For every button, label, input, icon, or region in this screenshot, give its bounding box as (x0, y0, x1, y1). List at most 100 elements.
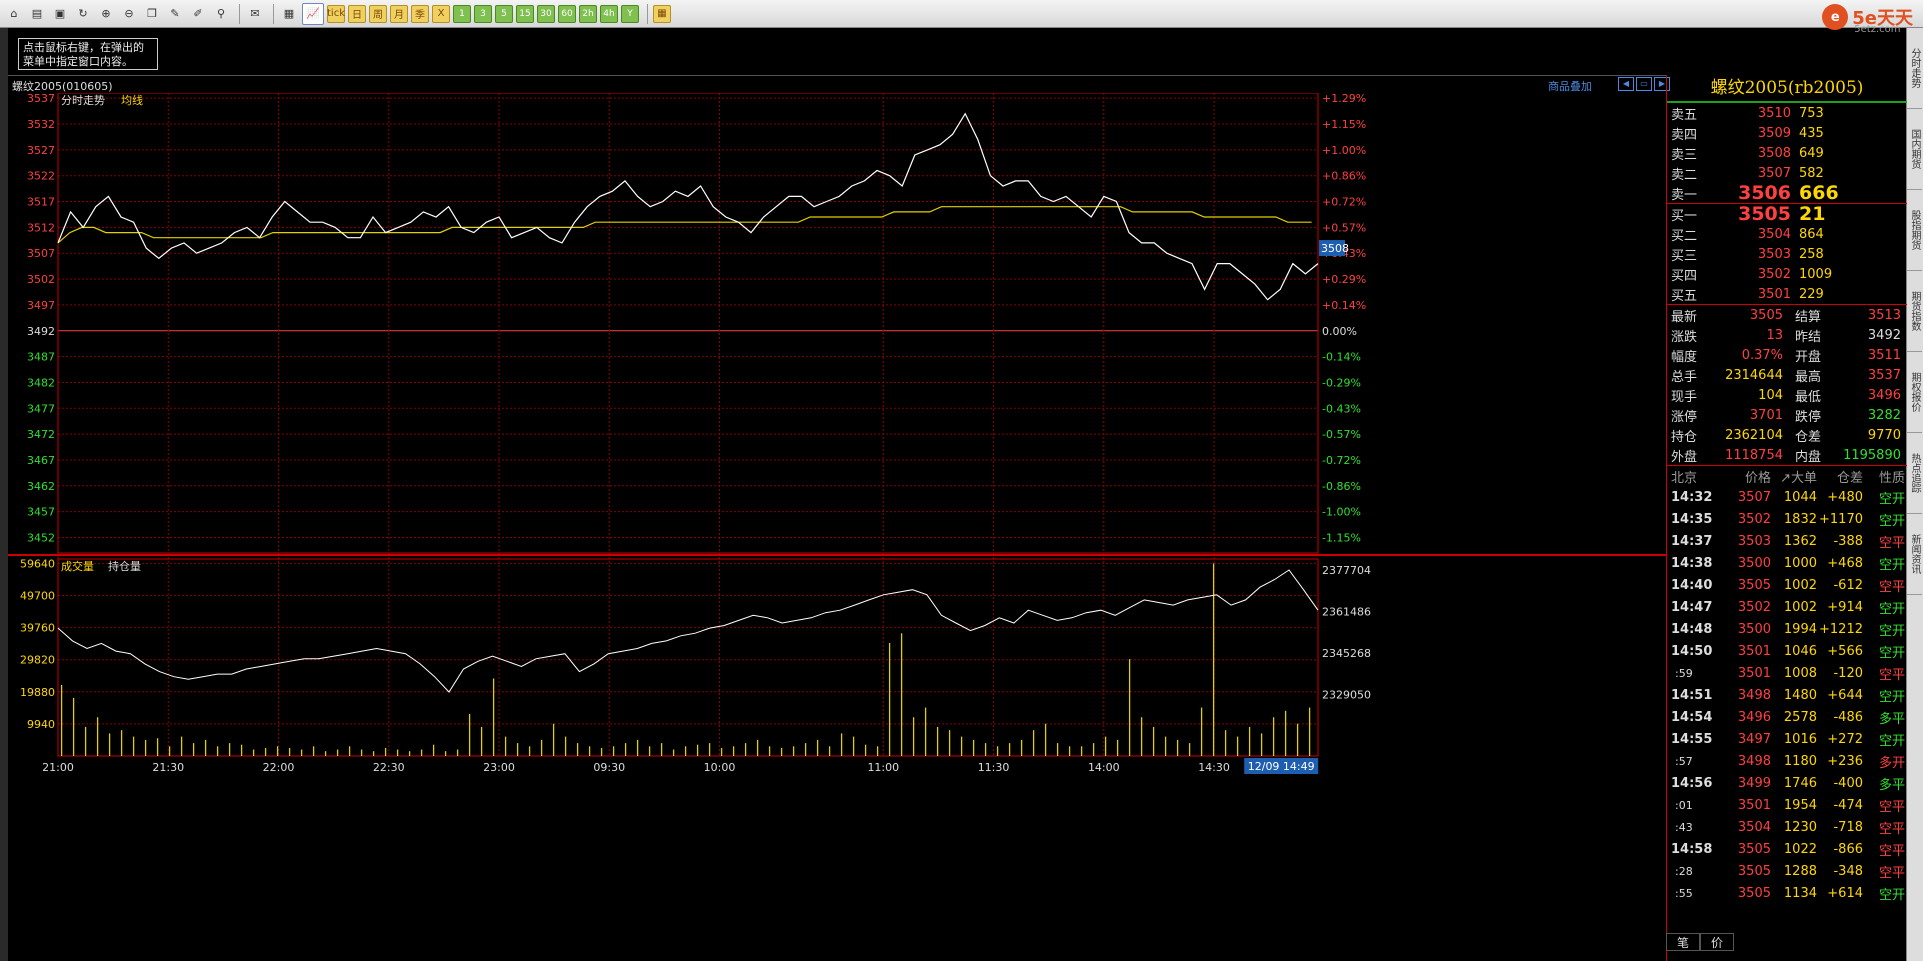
period-button-5[interactable]: 5 (495, 4, 513, 23)
chart-icon[interactable]: 📈 (302, 2, 324, 25)
tick-volume: 1002 (1783, 599, 1817, 615)
filter-icon[interactable]: ⚲ (211, 4, 231, 24)
time-tick-label: 23:00 (483, 761, 515, 774)
book-icon[interactable]: ▤ (27, 4, 47, 24)
side-tab-0[interactable]: 分时走势 (1907, 28, 1922, 109)
toolbar-separator (647, 3, 648, 24)
bids-price: 3503 (1757, 246, 1791, 262)
period-button-60[interactable]: 60 (558, 4, 576, 23)
tick-price: 3501 (1737, 643, 1771, 659)
asks-price: 3507 (1757, 165, 1791, 181)
pen-icon[interactable]: ✎ (165, 4, 185, 24)
time-tick-label: 14:00 (1088, 761, 1120, 774)
volume-tick-label: 49700 (20, 589, 55, 602)
calendar-icon[interactable]: ▦ (653, 4, 671, 23)
bids-price: 3505 (1738, 203, 1791, 225)
stat-label: 昨结 (1795, 329, 1822, 345)
bids-volume: 864 (1799, 226, 1824, 242)
bids-row: 买二 3504 864 (1667, 224, 1907, 244)
stat-label: 涨停 (1671, 409, 1698, 425)
tick-nature: 空开 (1878, 733, 1905, 749)
tick-time: :59 (1675, 666, 1693, 680)
stat-row: 幅度 0.37% 开盘 3511 (1667, 345, 1907, 365)
window-icon[interactable]: ❐ (142, 4, 162, 24)
tick-time: 14:37 (1671, 533, 1713, 549)
stat-value: 3701 (1749, 407, 1783, 423)
side-tab-2[interactable]: 股指期货 (1907, 190, 1922, 271)
tick-oi-change: +272 (1827, 731, 1863, 747)
tick-row: 14:50 3501 1046 +566 空开 (1667, 640, 1907, 662)
cursor-time-tag: 12/09 14:49 (1248, 760, 1315, 773)
tick-volume: 1044 (1783, 489, 1817, 505)
period-button-tick[interactable]: tick (327, 4, 345, 23)
side-tab-4[interactable]: 期权报价 (1907, 352, 1922, 433)
period-button-周[interactable]: 周 (369, 4, 387, 23)
asks-label: 卖一 (1671, 187, 1698, 203)
side-tab-3[interactable]: 期货指数 (1907, 271, 1922, 352)
price-tick-label: 3522 (27, 170, 55, 183)
period-button-2h[interactable]: 2h (579, 4, 597, 23)
zoom-out-icon[interactable]: ⊖ (119, 4, 139, 24)
overlay-commodity-button[interactable]: 商品叠加 (1548, 78, 1592, 94)
period-button-3[interactable]: 3 (474, 4, 492, 23)
tick-price: 3501 (1737, 797, 1771, 813)
asks-volume: 666 (1799, 182, 1839, 204)
tick-time: 14:40 (1671, 577, 1713, 593)
screen-icon[interactable]: ▣ (50, 4, 70, 24)
tick-oi-change: +480 (1827, 489, 1863, 505)
period-button-15[interactable]: 15 (516, 4, 534, 23)
period-button-日[interactable]: 日 (348, 4, 366, 23)
period-button-1[interactable]: 1 (453, 4, 471, 23)
period-button-Y[interactable]: Y (621, 4, 639, 23)
tick-nature: 空开 (1878, 623, 1905, 639)
stat-row: 持仓 2362104 仓差 9770 (1667, 425, 1907, 445)
bottom-tab-1[interactable]: 价 (1700, 933, 1735, 951)
tick-price: 3504 (1737, 819, 1771, 835)
tick-oi-change: -400 (1833, 775, 1863, 791)
tick-nature: 空平 (1878, 821, 1905, 837)
stat-value: 3513 (1867, 307, 1901, 323)
tick-time: 14:51 (1671, 687, 1713, 703)
stat-label: 内盘 (1795, 449, 1822, 465)
restore-icon[interactable]: ▭ (1636, 77, 1652, 91)
tick-row: 14:55 3497 1016 +272 空开 (1667, 728, 1907, 750)
table-icon[interactable]: ▦ (279, 4, 299, 24)
tick-nature: 空平 (1878, 579, 1905, 595)
left-scrollbar[interactable] (0, 28, 8, 961)
tick-row: :43 3504 1230 -718 空平 (1667, 816, 1907, 838)
side-tab-1[interactable]: 国内期货 (1907, 109, 1922, 190)
tick-nature: 空开 (1878, 645, 1905, 661)
stat-value: 2362104 (1725, 427, 1783, 443)
tick-time: :55 (1675, 886, 1693, 900)
period-button-月[interactable]: 月 (390, 4, 408, 23)
tick-volume: 1362 (1783, 533, 1817, 549)
paint-icon[interactable]: ✐ (188, 4, 208, 24)
ticks-header-cell: 性质 (1878, 470, 1905, 486)
period-button-30[interactable]: 30 (537, 4, 555, 23)
side-tab-5[interactable]: 热点追踪 (1907, 433, 1922, 514)
refresh-icon[interactable]: ↻ (73, 4, 93, 24)
period-button-季[interactable]: 季 (411, 4, 429, 23)
intraday-chart[interactable]: 3537 +1.29% 3532 +1.15% 3527 +1.00% 3522 +0.86%… (8, 93, 1666, 959)
period-button-X[interactable]: X (432, 4, 450, 23)
tick-row: :55 3505 1134 +614 空开 (1667, 882, 1907, 904)
news-icon[interactable]: ✉ (245, 4, 265, 24)
home-icon[interactable]: ⌂ (4, 4, 24, 24)
tick-oi-change: +1212 (1819, 621, 1863, 637)
tick-row: 14:56 3499 1746 -400 多平 (1667, 772, 1907, 794)
volume-tick-label: 9940 (27, 718, 55, 731)
bids-row: 买四 3502 1009 (1667, 264, 1907, 284)
stat-row: 最新 3505 结算 3513 (1667, 305, 1907, 325)
tick-oi-change: -474 (1833, 797, 1863, 813)
zoom-in-icon[interactable]: ⊕ (96, 4, 116, 24)
bids-label: 买四 (1671, 268, 1698, 284)
tick-price: 3505 (1737, 863, 1771, 879)
brand-logo: e 5e天天 5etz.com (1822, 4, 1913, 35)
period-button-4h[interactable]: 4h (600, 4, 618, 23)
brand-url: 5etz.com (1854, 24, 1901, 35)
side-tab-6[interactable]: 新闻资讯 (1907, 514, 1922, 595)
bottom-tab-0[interactable]: 笔 (1666, 933, 1701, 951)
prev-icon[interactable]: ◀ (1618, 77, 1634, 91)
tick-oi-change: -718 (1833, 819, 1863, 835)
stat-label: 仓差 (1795, 429, 1822, 445)
